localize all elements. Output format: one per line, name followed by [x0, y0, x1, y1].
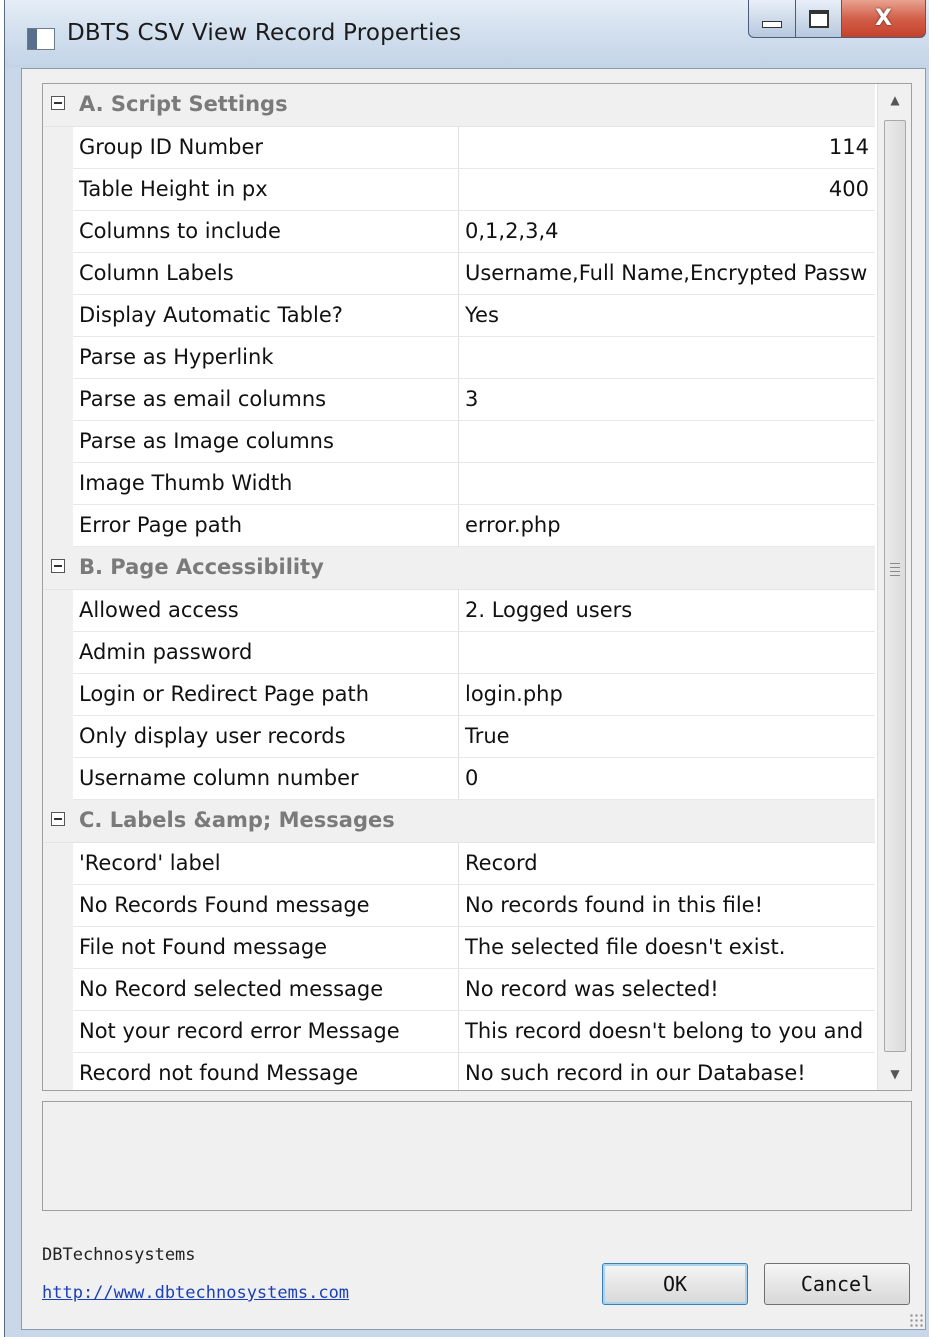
scroll-down-icon[interactable]: ▼ — [878, 1058, 911, 1090]
property-name: No Records Found message — [73, 885, 459, 927]
property-name: Group ID Number — [73, 127, 459, 169]
cancel-button[interactable]: Cancel — [764, 1263, 910, 1305]
property-row[interactable]: Display Automatic Table? Yes — [43, 295, 875, 337]
category-label: A. Script Settings — [79, 92, 288, 116]
property-value[interactable]: Yes — [459, 295, 875, 337]
property-name: File not Found message — [73, 927, 459, 969]
category-header[interactable]: B. Page Accessibility — [43, 547, 875, 590]
property-value[interactable]: 114 — [459, 127, 875, 169]
property-value[interactable]: True — [459, 716, 875, 758]
dialog-window: DBTS CSV View Record Properties X A. Scr… — [4, 0, 929, 1337]
window-title: DBTS CSV View Record Properties — [67, 20, 462, 46]
property-value[interactable]: The selected file doesn't exist. — [459, 927, 875, 969]
property-value[interactable]: 0 — [459, 758, 875, 800]
property-row[interactable]: Admin password — [43, 632, 875, 674]
property-value[interactable]: 3 — [459, 379, 875, 421]
app-icon — [27, 28, 55, 50]
minimize-button[interactable] — [748, 0, 796, 38]
property-value[interactable]: login.php — [459, 674, 875, 716]
property-name: Record not found Message — [73, 1053, 459, 1090]
property-value[interactable]: No records found in this file! — [459, 885, 875, 927]
property-name: Parse as email columns — [73, 379, 459, 421]
category-header[interactable]: C. Labels &amp; Messages — [43, 800, 875, 843]
category-label: B. Page Accessibility — [79, 555, 324, 579]
property-name: Not your record error Message — [73, 1011, 459, 1053]
property-name: Parse as Image columns — [73, 421, 459, 463]
property-row[interactable]: File not Found message The selected file … — [43, 927, 875, 969]
company-name: DBTechnosystems — [42, 1245, 196, 1265]
property-row[interactable]: Parse as Image columns — [43, 421, 875, 463]
description-panel — [42, 1101, 912, 1211]
property-name: Display Automatic Table? — [73, 295, 459, 337]
property-row[interactable]: Login or Redirect Page path login.php — [43, 674, 875, 716]
property-value[interactable]: 400 — [459, 169, 875, 211]
property-value[interactable]: No such record in our Database! — [459, 1053, 875, 1090]
property-row[interactable]: 'Record' label Record — [43, 843, 875, 885]
grip-icon — [890, 563, 900, 577]
property-name: Image Thumb Width — [73, 463, 459, 505]
property-name: Error Page path — [73, 505, 459, 547]
collapse-icon[interactable] — [51, 812, 65, 826]
collapse-icon[interactable] — [51, 559, 65, 573]
close-icon: X — [875, 6, 892, 31]
property-name: No Record selected message — [73, 969, 459, 1011]
property-row[interactable]: Allowed access 2. Logged users — [43, 590, 875, 632]
property-name: Parse as Hyperlink — [73, 337, 459, 379]
property-row[interactable]: No Record selected message No record was … — [43, 969, 875, 1011]
title-bar[interactable]: DBTS CSV View Record Properties X — [5, 0, 929, 68]
property-value[interactable] — [459, 421, 875, 463]
maximize-icon — [808, 9, 829, 28]
maximize-button[interactable] — [796, 0, 842, 38]
property-row[interactable]: Group ID Number 114 — [43, 127, 875, 169]
dialog-client-area: A. Script Settings Group ID Number 114 Tabl… — [21, 68, 926, 1330]
property-name: Table Height in px — [73, 169, 459, 211]
property-name: Login or Redirect Page path — [73, 674, 459, 716]
property-row[interactable]: Columns to include 0,1,2,3,4 — [43, 211, 875, 253]
property-name: Column Labels — [73, 253, 459, 295]
ok-button[interactable]: OK — [602, 1263, 748, 1305]
vertical-scrollbar[interactable]: ▲ ▼ — [877, 84, 911, 1090]
website-link[interactable]: http://www.dbtechnosystems.com — [42, 1283, 349, 1303]
property-row[interactable]: Table Height in px 400 — [43, 169, 875, 211]
property-name: 'Record' label — [73, 843, 459, 885]
property-value[interactable]: This record doesn't belong to you and — [459, 1011, 875, 1053]
property-grid: A. Script Settings Group ID Number 114 Tabl… — [42, 83, 912, 1091]
property-value[interactable]: Username,Full Name,Encrypted Passw — [459, 253, 875, 295]
property-value[interactable]: No record was selected! — [459, 969, 875, 1011]
property-value[interactable]: Record — [459, 843, 875, 885]
property-grid-rows: A. Script Settings Group ID Number 114 Tabl… — [43, 84, 875, 1090]
property-name: Allowed access — [73, 590, 459, 632]
property-name: Columns to include — [73, 211, 459, 253]
minimize-icon — [762, 21, 782, 28]
property-row[interactable]: Error Page path error.php — [43, 505, 875, 547]
collapse-icon[interactable] — [51, 96, 65, 110]
category-label: C. Labels &amp; Messages — [79, 808, 395, 832]
property-row[interactable]: Parse as Hyperlink — [43, 337, 875, 379]
property-row[interactable]: Column Labels Username,Full Name,Encrypte… — [43, 253, 875, 295]
property-row[interactable]: Not your record error Message This record… — [43, 1011, 875, 1053]
property-row[interactable]: Parse as email columns 3 — [43, 379, 875, 421]
property-name: Only display user records — [73, 716, 459, 758]
property-value[interactable]: 2. Logged users — [459, 590, 875, 632]
property-row[interactable]: Image Thumb Width — [43, 463, 875, 505]
scrollbar-thumb[interactable] — [884, 120, 906, 1052]
property-value[interactable] — [459, 632, 875, 674]
property-name: Admin password — [73, 632, 459, 674]
property-row[interactable]: Record not found Message No such record i… — [43, 1053, 875, 1090]
property-row[interactable]: Username column number 0 — [43, 758, 875, 800]
property-value[interactable] — [459, 463, 875, 505]
resize-grip-icon[interactable] — [909, 1313, 923, 1327]
category-header[interactable]: A. Script Settings — [43, 84, 875, 127]
property-value[interactable] — [459, 337, 875, 379]
close-button[interactable]: X — [842, 0, 926, 38]
property-value[interactable]: error.php — [459, 505, 875, 547]
property-name: Username column number — [73, 758, 459, 800]
property-row[interactable]: No Records Found message No records found… — [43, 885, 875, 927]
property-value[interactable]: 0,1,2,3,4 — [459, 211, 875, 253]
scroll-up-icon[interactable]: ▲ — [878, 84, 911, 116]
property-row[interactable]: Only display user records True — [43, 716, 875, 758]
